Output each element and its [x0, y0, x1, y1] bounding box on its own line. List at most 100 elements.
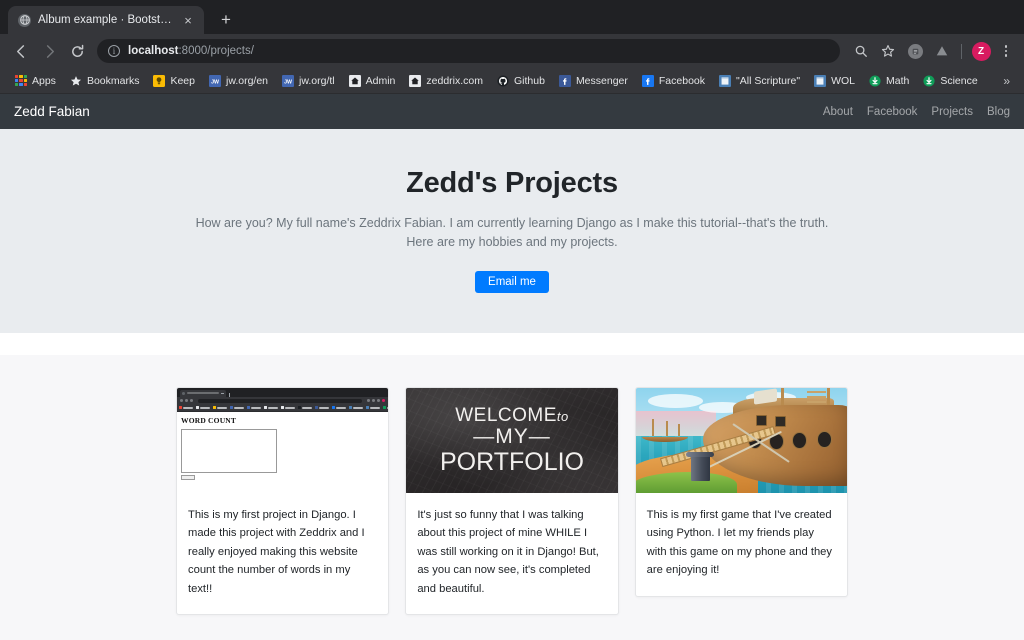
- card-body: It's just so funny that I was talking ab…: [406, 493, 617, 614]
- chalkboard-line-3: PORTFOLIO: [439, 447, 584, 476]
- word-count-textarea: [181, 428, 277, 473]
- dock-bollard: [686, 452, 714, 482]
- mini-toolbar: [177, 396, 389, 405]
- nav-link-facebook[interactable]: Facebook: [867, 106, 918, 118]
- hero-description: How are you? My full name's Zeddrix Fabi…: [195, 216, 829, 250]
- card-text: This is my first game that I've created …: [646, 508, 832, 577]
- card-body: This is my first project in Django. I ma…: [177, 493, 388, 614]
- browser-tab[interactable]: Album example · Bootstrap ×: [8, 6, 204, 34]
- card-text: This is my first project in Django. I ma…: [188, 508, 365, 595]
- kebab-menu-icon[interactable]: [996, 45, 1016, 57]
- card-grid: WORD COUNT This is my first project in D…: [176, 386, 848, 616]
- address-bar-url: localhost:8000/projects/: [128, 45, 254, 57]
- back-icon[interactable]: [8, 38, 34, 64]
- bookmark-all-scripture[interactable]: "All Scripture": [712, 73, 807, 89]
- bookmarks-overflow-button[interactable]: »: [997, 74, 1016, 88]
- browser-tab-strip: Album example · Bootstrap × +: [0, 0, 1024, 34]
- avatar-initial: Z: [971, 41, 991, 61]
- browser-tab-title: Album example · Bootstrap: [38, 14, 173, 26]
- star-icon[interactable]: [876, 39, 900, 63]
- mini-bookmarks-bar: [177, 404, 389, 412]
- bookmark-label: Messenger: [575, 74, 628, 87]
- bookmark-wol[interactable]: WOL: [807, 73, 862, 89]
- star-icon: [70, 75, 81, 85]
- messenger-icon: [558, 74, 571, 87]
- search-icon[interactable]: [849, 39, 873, 63]
- nav-link-projects[interactable]: Projects: [931, 106, 973, 118]
- mini-page-content: WORD COUNT: [177, 411, 389, 480]
- nav-link-about[interactable]: About: [823, 106, 853, 118]
- project-card[interactable]: This is my first game that I've created …: [634, 386, 848, 597]
- download-icon: [923, 74, 935, 87]
- svg-text:JW: JW: [284, 79, 292, 85]
- project-card[interactable]: WORD COUNT This is my first project in D…: [176, 386, 390, 616]
- site-nav-links: About Facebook Projects Blog: [823, 106, 1010, 118]
- site-navbar: Zedd Fabian About Facebook Projects Blog: [0, 94, 1024, 129]
- card-text: It's just so funny that I was talking ab…: [417, 508, 599, 595]
- address-bar-host: localhost: [128, 45, 179, 57]
- portfolio-chalkboard-image: WELCOMEto —MY— PORTFOLIO: [406, 387, 618, 493]
- github-icon: [497, 74, 509, 87]
- book-icon: [719, 74, 732, 87]
- bookmark-keep[interactable]: Keep: [146, 73, 202, 89]
- jw-icon: JW: [282, 74, 295, 87]
- page-title: Zedd's Projects: [406, 167, 618, 199]
- mini-tab-strip: [177, 387, 389, 397]
- address-bar[interactable]: i localhost:8000/projects/: [97, 39, 840, 63]
- download-icon: [869, 74, 881, 87]
- toolbar-right-group: Z: [849, 39, 1016, 63]
- jw-icon: JW: [208, 74, 221, 87]
- chalkboard-line-2: —MY—: [473, 424, 551, 448]
- mini-tab: [180, 389, 226, 397]
- avatar[interactable]: Z: [969, 39, 993, 63]
- bookmark-bookmarks[interactable]: Bookmarks: [63, 73, 147, 89]
- bookmark-label: Bookmarks: [86, 74, 140, 87]
- bookmark-github[interactable]: Github: [490, 73, 552, 89]
- close-icon[interactable]: ×: [180, 14, 196, 27]
- bookmark-facebook[interactable]: Facebook: [635, 73, 712, 89]
- email-me-button[interactable]: Email me: [475, 270, 549, 293]
- word-count-heading: WORD COUNT: [181, 415, 237, 425]
- bookmark-admin[interactable]: Admin: [342, 73, 403, 89]
- bookmark-label: zeddrix.com: [426, 74, 483, 87]
- site-brand[interactable]: Zedd Fabian: [14, 104, 90, 119]
- chalkboard-line-1: WELCOMEto: [455, 404, 569, 426]
- bookmark-apps[interactable]: Apps: [8, 73, 63, 89]
- site-info-icon[interactable]: i: [108, 45, 120, 57]
- address-bar-path: :8000/projects/: [178, 45, 254, 57]
- section-divider: [0, 332, 1024, 355]
- house-icon: [409, 74, 422, 87]
- word-count-submit-button: [181, 474, 195, 480]
- card-body: This is my first game that I've created …: [636, 493, 847, 596]
- reload-icon[interactable]: [64, 38, 90, 64]
- project-card[interactable]: WELCOMEto —MY— PORTFOLIO It's just so fu…: [405, 386, 619, 616]
- bookmark-label: Math: [886, 74, 910, 87]
- bookmark-label: Admin: [365, 74, 396, 87]
- hero-section: Zedd's Projects How are you? My full nam…: [0, 129, 1024, 333]
- reader-extension-icon[interactable]: [903, 39, 927, 63]
- bookmarks-bar: Apps Bookmarks Keep JW jw.org/en JW jw.o…: [0, 68, 1024, 94]
- bookmark-label: Science: [940, 74, 978, 87]
- bookmark-label: Facebook: [658, 74, 706, 87]
- word-count-app-screenshot: WORD COUNT: [177, 387, 389, 493]
- bookmark-label: Keep: [170, 74, 195, 87]
- bookmark-science[interactable]: Science: [916, 73, 984, 89]
- bookmark-label: jw.org/en: [225, 74, 269, 87]
- drive-extension-icon[interactable]: [930, 39, 954, 63]
- forward-icon[interactable]: [36, 38, 62, 64]
- svg-text:JW: JW: [211, 79, 219, 85]
- bookmark-jw-org-tl[interactable]: JW jw.org/tl: [275, 73, 342, 89]
- bookmark-jw-org-en[interactable]: JW jw.org/en: [202, 73, 275, 89]
- globe-icon: [18, 13, 31, 27]
- bookmark-label: jw.org/tl: [299, 74, 335, 87]
- new-tab-button[interactable]: +: [212, 6, 240, 34]
- bookmark-messenger[interactable]: Messenger: [552, 73, 635, 89]
- page-viewport: Zedd Fabian About Facebook Projects Blog…: [0, 94, 1024, 640]
- bookmark-zeddrix-com[interactable]: zeddrix.com: [402, 73, 490, 89]
- background-boat: [641, 419, 689, 443]
- bookmark-label: "All Scripture": [736, 74, 801, 87]
- nav-link-blog[interactable]: Blog: [987, 106, 1010, 118]
- bookmark-math[interactable]: Math: [862, 73, 916, 89]
- chalkboard-line-1-small: to: [556, 408, 569, 424]
- keep-icon: [153, 74, 166, 87]
